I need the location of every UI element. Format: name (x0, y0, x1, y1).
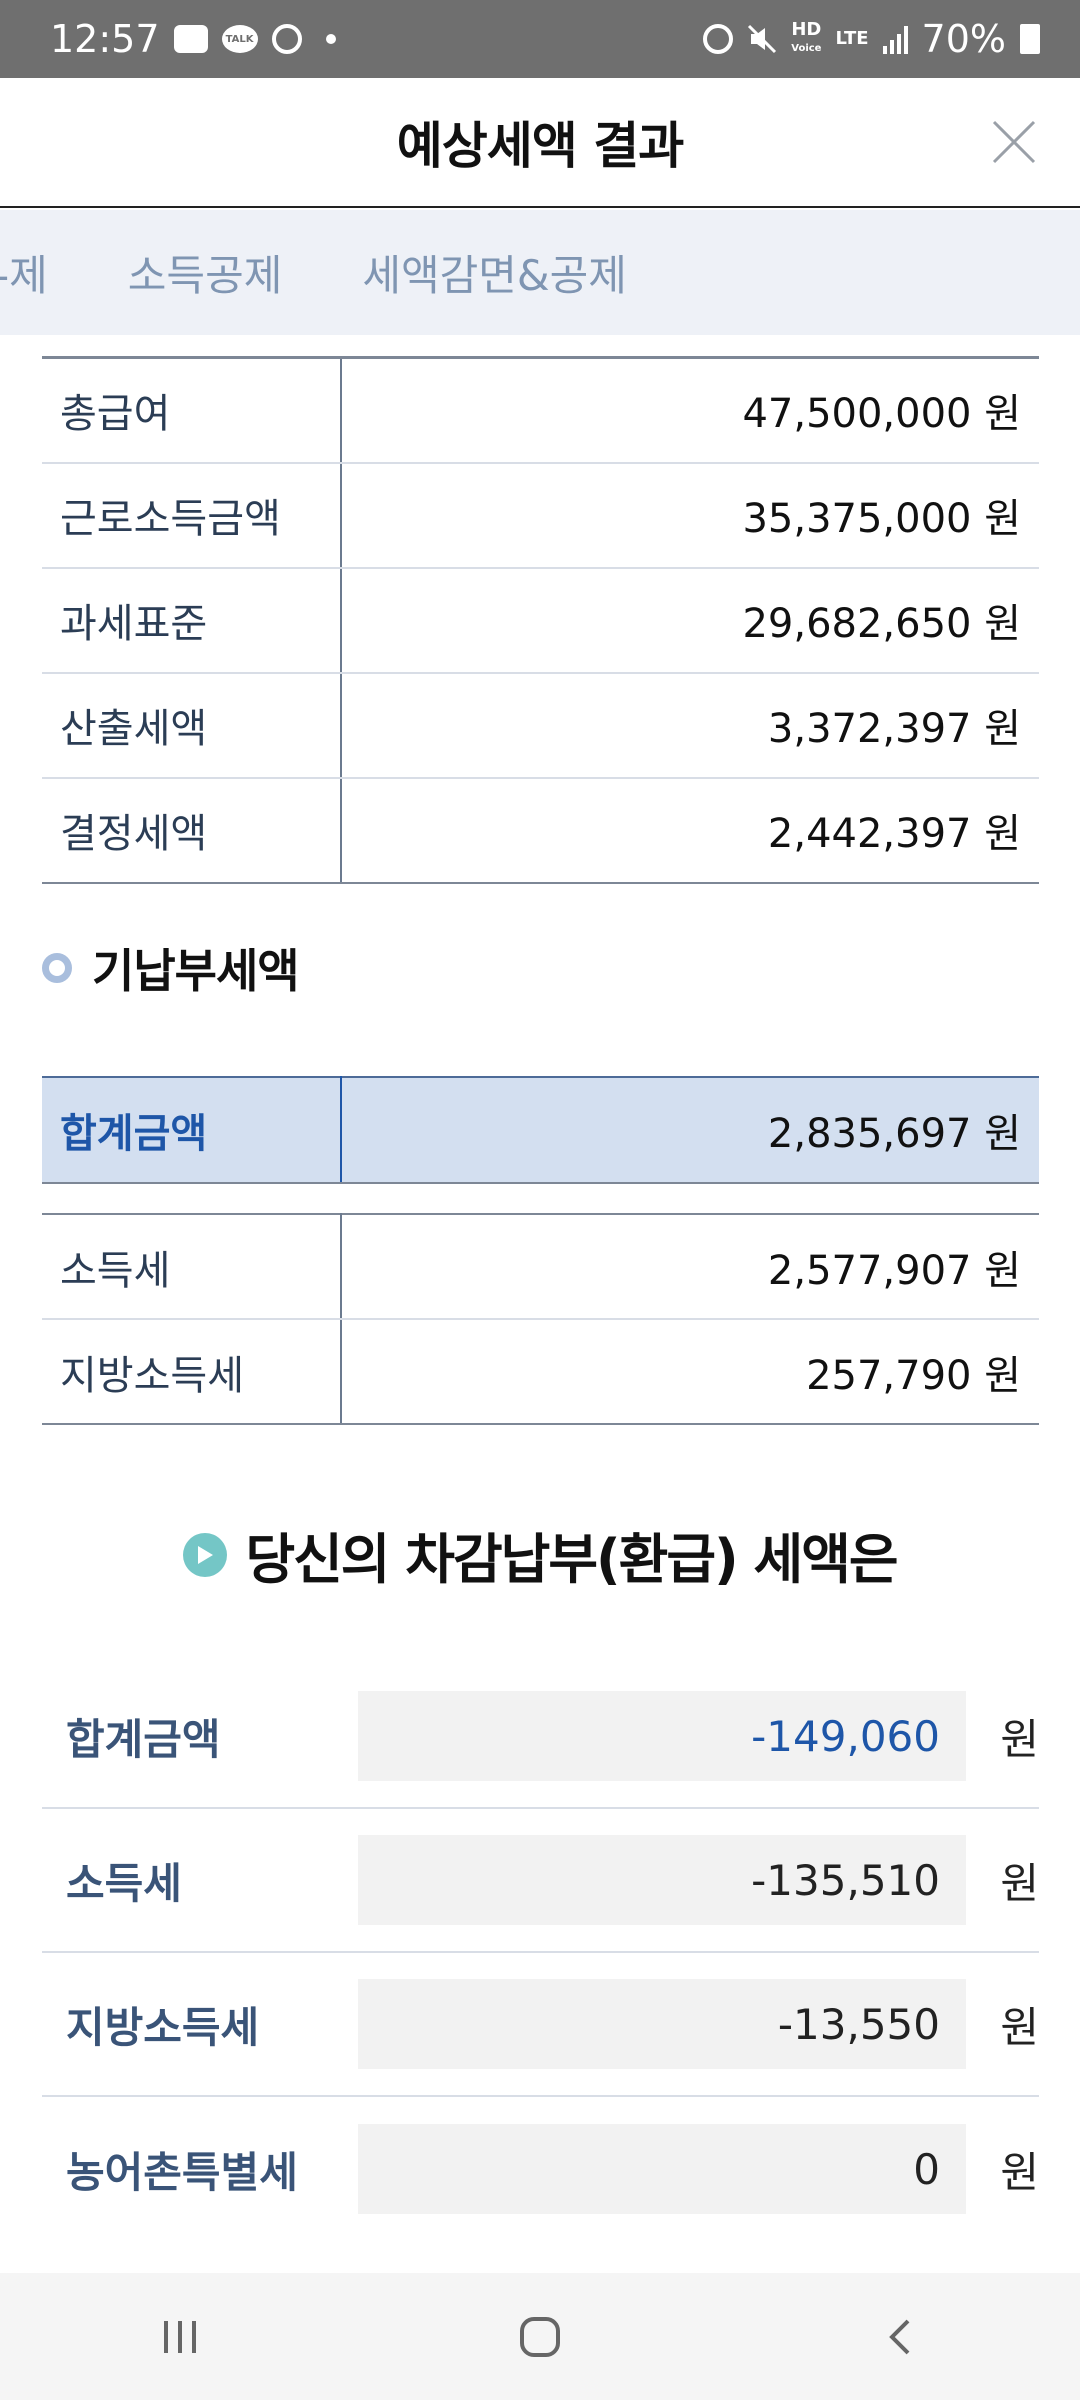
result-title: 당신의 차감납부(환급) 세액은 (0, 1515, 1080, 1594)
recent-apps-button[interactable] (140, 2297, 220, 2377)
home-button[interactable] (500, 2297, 580, 2377)
prepaid-detail-table: 소득세 2,577,907 원 지방소득세 257,790 원 (42, 1213, 1039, 1425)
unit-label: 원 (1000, 2002, 1039, 2052)
tab-income-deduction[interactable]: 소득공제 (88, 242, 323, 303)
result-label: 지방소득세 (66, 2002, 260, 2052)
list-item: 농어촌특별세 0 원 (42, 2097, 1039, 2241)
page-header: 예상세액 결과 (0, 78, 1080, 208)
page-title: 예상세액 결과 (396, 117, 684, 175)
close-button[interactable] (988, 116, 1040, 168)
list-item: 합계금액 -149,060 원 (42, 1665, 1039, 1809)
row-label: 산출세액 (42, 672, 342, 779)
row-label: 총급여 (42, 357, 342, 464)
hd-voice-icon: HD Voice (791, 18, 822, 54)
row-value: 29,682,650 원 (341, 567, 1039, 674)
result-value: -149,060 (358, 1691, 966, 1781)
row-value: 2,442,397 원 (341, 777, 1039, 884)
tab-tax-credit[interactable]: 세액감면&공제 (322, 242, 667, 303)
row-label: 과세표준 (42, 567, 342, 674)
prepaid-section-title: 기납부세액 (42, 935, 300, 1001)
signal-icon (882, 24, 908, 54)
row-label: 소득세 (42, 1214, 342, 1320)
row-label: 결정세액 (42, 777, 342, 884)
table-row: 근로소득금액 35,375,000 원 (42, 462, 1039, 569)
mute-icon (747, 24, 777, 54)
row-value: 2,577,907 원 (341, 1214, 1039, 1320)
summary-table: 총급여 47,500,000 원 근로소득금액 35,375,000 원 과세표… (42, 356, 1039, 884)
play-bullet-icon (183, 1532, 228, 1577)
home-icon (520, 2316, 560, 2357)
result-value: 0 (358, 2124, 966, 2214)
alarm-icon (271, 24, 302, 54)
total-label: 합계금액 (42, 1077, 342, 1184)
ring-bullet-icon (42, 953, 72, 983)
lte-icon: LTE (835, 28, 869, 49)
row-label: 근로소득금액 (42, 462, 342, 569)
status-left: 12:57 TALK (50, 17, 336, 61)
back-button[interactable] (860, 2297, 940, 2377)
battery-percent: 70% (921, 17, 1006, 61)
list-item: 지방소득세 -13,550 원 (42, 1953, 1039, 2097)
row-value: 257,790 원 (341, 1319, 1039, 1425)
row-value: 3,372,397 원 (341, 672, 1039, 779)
unit-label: 원 (1000, 1714, 1039, 1764)
table-row: 합계금액 2,835,697 원 (42, 1077, 1039, 1184)
row-value: 35,375,000 원 (341, 462, 1039, 569)
table-row: 지방소득세 257,790 원 (42, 1319, 1039, 1425)
table-row: 과세표준 29,682,650 원 (42, 567, 1039, 674)
kakaotalk-icon: TALK (221, 25, 258, 53)
message-icon (173, 25, 208, 53)
unit-label: 원 (1000, 2147, 1039, 2197)
total-value: 2,835,697 원 (341, 1077, 1039, 1184)
unit-label: 원 (1000, 1858, 1039, 1908)
prepaid-total-table: 합계금액 2,835,697 원 (42, 1076, 1039, 1184)
result-label: 농어촌특별세 (66, 2147, 298, 2197)
result-label: 소득세 (66, 1858, 182, 1908)
system-nav-bar (0, 2273, 1080, 2400)
result-label: 합계금액 (66, 1714, 221, 1764)
notification-dot-icon (325, 34, 336, 44)
row-label: 지방소득세 (42, 1319, 342, 1425)
table-row: 결정세액 2,442,397 원 (42, 777, 1039, 884)
list-item: 소득세 -135,510 원 (42, 1809, 1039, 1953)
row-value: 47,500,000 원 (341, 357, 1039, 464)
result-value: -13,550 (358, 1979, 966, 2069)
tab-partial[interactable]: -제 (0, 242, 88, 303)
battery-icon (1020, 24, 1040, 54)
table-row: 산출세액 3,372,397 원 (42, 672, 1039, 779)
section-title-text: 기납부세액 (92, 944, 300, 998)
recent-apps-icon (164, 2320, 196, 2353)
result-list: 합계금액 -149,060 원 소득세 -135,510 원 지방소득세 -13… (42, 1665, 1039, 2241)
status-time: 12:57 (50, 17, 160, 61)
alarm-active-icon (703, 24, 734, 54)
tab-bar: -제 소득공제 세액감면&공제 (0, 210, 1080, 335)
table-row: 소득세 2,577,907 원 (42, 1214, 1039, 1320)
status-right: HD Voice LTE 70% (703, 17, 1040, 61)
status-bar: 12:57 TALK HD Voice LTE 70% (0, 0, 1080, 78)
back-icon (889, 2319, 910, 2354)
close-icon (992, 120, 1036, 164)
result-title-text: 당신의 차감납부(환급) 세액은 (245, 1528, 898, 1591)
table-row: 총급여 47,500,000 원 (42, 357, 1039, 464)
result-value: -135,510 (358, 1835, 966, 1925)
